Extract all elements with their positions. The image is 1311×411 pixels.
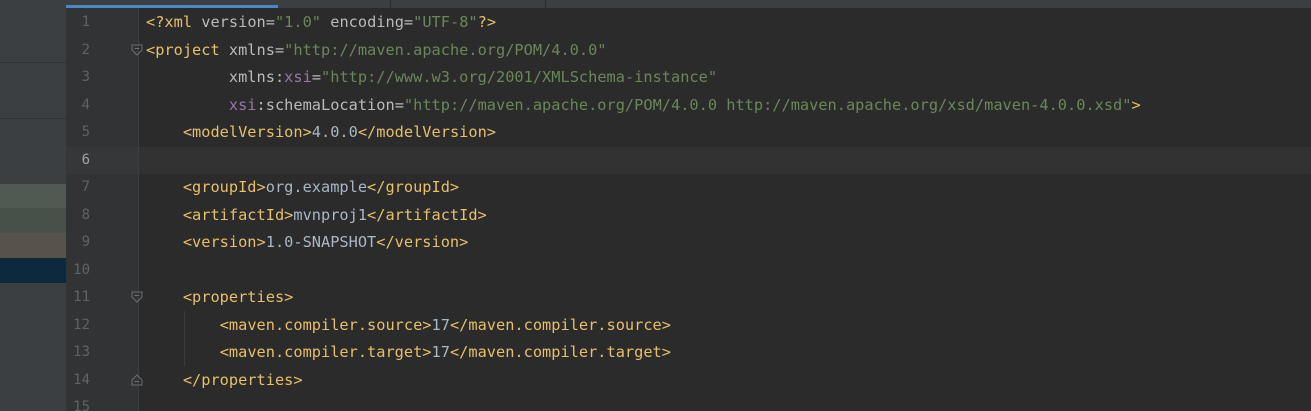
tag-close: </maven.compiler.source>	[449, 316, 671, 334]
tag-close: </artifactId>	[367, 206, 487, 224]
colon: :	[274, 68, 285, 86]
line-number[interactable]: 15	[66, 394, 90, 411]
code-line-12[interactable]: <maven.compiler.source>17</maven.compile…	[146, 312, 671, 339]
panel-divider	[0, 118, 66, 119]
line-number[interactable]: 5	[66, 119, 90, 146]
code-line-3[interactable]: xmlns:xsi="http://www.w3.org/2001/XMLSch…	[146, 64, 717, 91]
attribute-name: xmlns	[228, 68, 275, 86]
attribute-value: "http://maven.apache.org/POM/4.0.0 http:…	[403, 96, 1132, 114]
tab-divider	[390, 0, 391, 8]
line-number[interactable]: 3	[66, 64, 90, 91]
line-number[interactable]: 14	[66, 367, 90, 394]
code-line-5[interactable]: <modelVersion>4.0.0</modelVersion>	[146, 119, 496, 146]
line-number[interactable]: 1	[66, 9, 90, 36]
code-line-11[interactable]: <properties>	[146, 284, 294, 311]
tag-open: <maven.compiler.target>	[219, 343, 432, 361]
attribute-value: "UTF-8"	[413, 13, 478, 31]
active-tab-indicator[interactable]	[66, 5, 278, 8]
code-line-13[interactable]: <maven.compiler.target>17</maven.compile…	[146, 339, 671, 366]
tag-close: </modelVersion>	[357, 123, 496, 141]
tag-content: 1.0-SNAPSHOT	[265, 233, 377, 251]
attribute-name: xmlns	[228, 41, 275, 59]
tag-close: </properties>	[182, 371, 303, 389]
tree-row-highlight[interactable]	[0, 208, 66, 233]
code-line-2[interactable]: <project xmlns="http://maven.apache.org/…	[146, 37, 607, 64]
attribute-name: version	[201, 13, 266, 31]
attribute-value: "1.0"	[274, 13, 322, 31]
line-number[interactable]: 8	[66, 202, 90, 229]
tab-divider	[545, 0, 546, 8]
tag-content: mvnproj1	[293, 206, 368, 224]
ide-window: 1 2 3 4 5 6 7 8 9 10 11 12 13 14 15 <?xm…	[0, 0, 1311, 411]
equals-sign: =	[394, 96, 404, 114]
tag-close: </version>	[376, 233, 469, 251]
tag-content: 17	[431, 343, 450, 361]
line-number-current[interactable]: 6	[66, 147, 90, 174]
gutter-border	[138, 0, 139, 411]
colon: :	[256, 96, 266, 114]
code-line-8[interactable]: <artifactId>mvnproj1</artifactId>	[146, 202, 487, 229]
code-line-14[interactable]: </properties>	[146, 367, 303, 394]
line-number[interactable]: 7	[66, 174, 90, 201]
tag-open: <project	[146, 41, 229, 59]
line-number[interactable]: 13	[66, 339, 90, 366]
xml-declaration-close: ?>	[477, 13, 497, 31]
attribute-name: encoding	[330, 13, 404, 31]
tag-open: <properties>	[182, 288, 294, 306]
editor-tab-strip	[0, 0, 1311, 8]
namespace-prefix: xsi	[228, 96, 257, 114]
tag-content: 17	[431, 316, 450, 334]
attribute-value: "http://maven.apache.org/POM/4.0.0"	[284, 41, 607, 59]
tag-open: <maven.compiler.source>	[219, 316, 432, 334]
equals-sign: =	[311, 68, 322, 86]
tree-row-highlight[interactable]	[0, 184, 66, 208]
equals-sign: =	[274, 41, 285, 59]
equals-sign: =	[265, 13, 275, 31]
code-line-9[interactable]: <version>1.0-SNAPSHOT</version>	[146, 229, 469, 256]
xml-declaration-open: <?xml	[146, 13, 202, 31]
project-tool-window[interactable]	[0, 0, 66, 411]
attribute-value: "http://www.w3.org/2001/XMLSchema-instan…	[321, 68, 718, 86]
fold-collapse-icon[interactable]	[131, 291, 143, 303]
code-line-1[interactable]: <?xml version="1.0" encoding="UTF-8"?>	[146, 9, 496, 36]
tree-row-selected[interactable]	[0, 258, 66, 283]
tag-open: <groupId>	[182, 178, 266, 196]
equals-sign: =	[403, 13, 414, 31]
line-number[interactable]: 2	[66, 37, 90, 64]
line-number[interactable]: 10	[66, 257, 90, 284]
tag-open: <version>	[182, 233, 266, 251]
line-number[interactable]: 4	[66, 92, 90, 119]
line-number[interactable]: 12	[66, 312, 90, 339]
line-number[interactable]: 11	[66, 284, 90, 311]
panel-divider	[0, 62, 66, 63]
tag-content: org.example	[265, 178, 368, 196]
tag-close-bracket: >	[1131, 96, 1141, 114]
tag-content: 4.0.0	[311, 123, 358, 141]
code-line-7[interactable]: <groupId>org.example</groupId>	[146, 174, 459, 201]
tag-close: </maven.compiler.target>	[449, 343, 671, 361]
code-line-4[interactable]: xsi:schemaLocation="http://maven.apache.…	[146, 92, 1141, 119]
fold-end-icon[interactable]	[131, 374, 143, 386]
line-number[interactable]: 9	[66, 229, 90, 256]
tree-row-highlight[interactable]	[0, 233, 66, 258]
attribute-name: schemaLocation	[265, 96, 395, 114]
fold-collapse-icon[interactable]	[131, 44, 143, 56]
tag-open: <artifactId>	[182, 206, 294, 224]
tag-open: <modelVersion>	[182, 123, 312, 141]
current-line-highlight	[66, 147, 1311, 174]
tag-close: </groupId>	[367, 178, 460, 196]
namespace-prefix: xsi	[284, 68, 312, 86]
